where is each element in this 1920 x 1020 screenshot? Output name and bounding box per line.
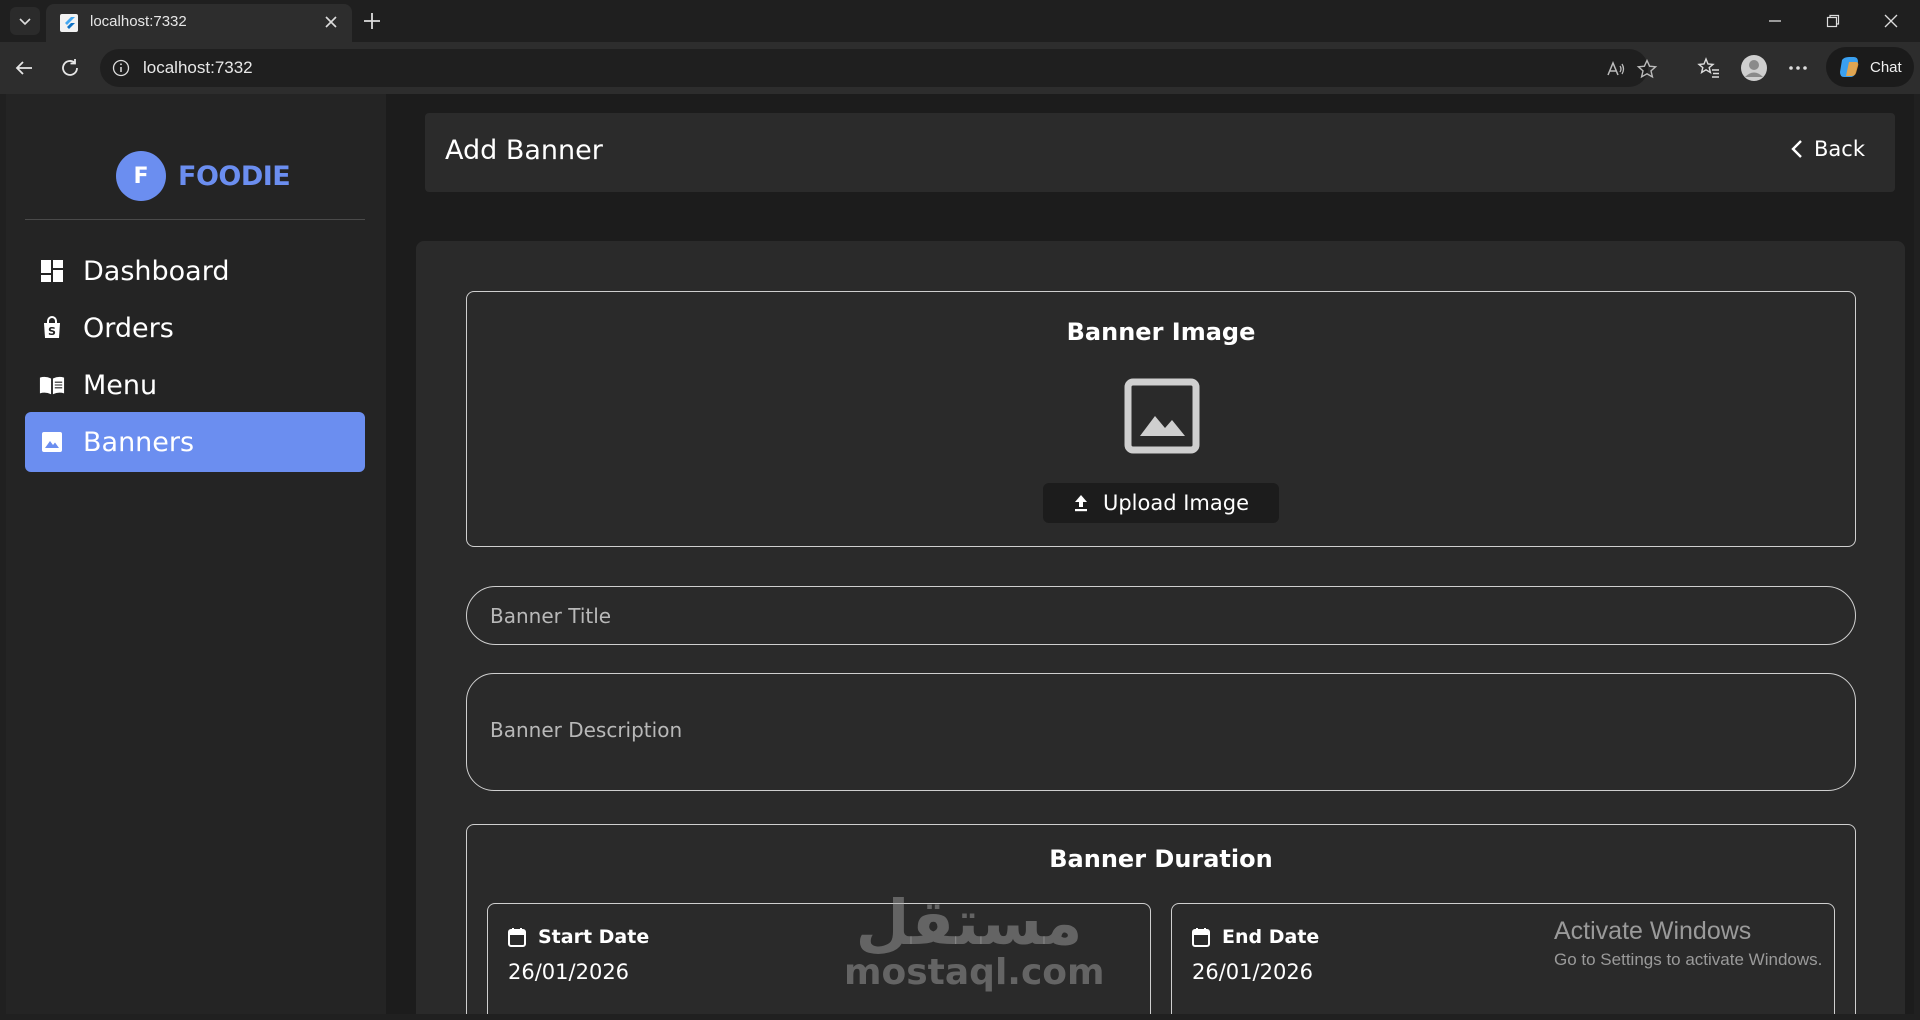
chevron-left-icon [1791, 140, 1802, 158]
shopping-bag-icon: S [39, 315, 65, 341]
menu-book-icon [39, 372, 65, 398]
main-content: Add Banner Back Banner Image Upload Imag… [386, 94, 1914, 1014]
restore-button[interactable] [1810, 8, 1856, 34]
sidebar-item-dashboard[interactable]: Dashboard [25, 241, 365, 301]
address-bar[interactable]: localhost:7332 [100, 49, 1658, 87]
profile-button[interactable] [1740, 54, 1768, 82]
upload-image-label: Upload Image [1102, 491, 1250, 515]
banner-duration-title: Banner Duration [1049, 845, 1273, 873]
sidebar-item-label: Orders [83, 312, 174, 344]
start-date-header: Start Date [508, 926, 649, 948]
mostaql-watermark: مستقل mostaql.com [844, 886, 1105, 993]
end-date-header: End Date [1192, 926, 1319, 948]
chat-label: Chat [1870, 58, 1902, 76]
minimize-button[interactable] [1752, 8, 1798, 34]
page-title: Add Banner [445, 135, 603, 166]
activate-subtitle: Go to Settings to activate Windows. [1554, 950, 1823, 969]
copilot-icon [1840, 57, 1859, 77]
end-date-label: End Date [1222, 926, 1320, 948]
svg-text:S: S [48, 325, 56, 338]
browser-toolbar: localhost:7332 Chat [0, 42, 1920, 94]
copilot-chat-button[interactable]: Chat [1826, 47, 1914, 87]
more-options-button[interactable] [1784, 54, 1812, 82]
back-button[interactable]: Back [1790, 137, 1865, 161]
arrow-left-icon [15, 61, 32, 75]
banner-image-section: Banner Image Upload Image [466, 291, 1856, 547]
close-tab-icon[interactable] [322, 13, 340, 31]
start-date-label: Start Date [538, 926, 650, 948]
minimize-icon [1769, 20, 1781, 22]
sidebar: F FOODIE Dashboard S Orders Menu Banners [6, 94, 386, 1014]
sidebar-item-orders[interactable]: S Orders [25, 298, 365, 358]
dashboard-icon [39, 258, 65, 284]
page-header: Add Banner Back [425, 113, 1895, 192]
info-icon[interactable] [112, 59, 130, 77]
new-tab-icon[interactable] [360, 9, 384, 33]
upload-icon [1074, 495, 1087, 512]
logo-badge: F [116, 151, 166, 201]
banner-title-input[interactable] [466, 586, 1856, 645]
avatar-icon [1741, 55, 1767, 81]
sidebar-divider [25, 219, 365, 220]
logo[interactable]: F FOODIE [116, 151, 291, 201]
start-date-value: 26/01/2026 [508, 960, 630, 984]
calendar-icon [1192, 928, 1210, 947]
restore-icon [1826, 14, 1840, 28]
image-placeholder-icon [1124, 378, 1200, 454]
banner-form: Banner Image Upload Image Banner Duratio… [416, 241, 1905, 1014]
sidebar-item-label: Menu [83, 369, 158, 401]
chevron-down-icon [19, 18, 31, 26]
calendar-icon [508, 928, 526, 947]
upload-image-button[interactable]: Upload Image [1043, 483, 1279, 523]
activate-title: Activate Windows [1554, 917, 1752, 945]
browser-tab-strip: localhost:7332 [0, 0, 1920, 42]
close-window-button[interactable] [1868, 8, 1914, 34]
logo-text: FOODIE [178, 160, 291, 192]
back-label: Back [1814, 137, 1865, 161]
tab-list-button[interactable] [10, 7, 40, 35]
activate-windows-notice: Activate Windows Go to Settings to activ… [1554, 917, 1822, 970]
flutter-favicon-icon [60, 14, 78, 32]
tab-title: localhost:7332 [90, 13, 187, 30]
favorites-list-icon [1697, 57, 1719, 78]
read-aloud-icon[interactable] [1605, 58, 1627, 80]
banner-image-title: Banner Image [1066, 318, 1256, 346]
sidebar-item-label: Dashboard [83, 255, 230, 287]
watermark-arabic: مستقل [855, 886, 1083, 959]
back-nav-button[interactable] [10, 54, 38, 82]
reload-button[interactable] [56, 54, 84, 82]
image-icon [39, 429, 65, 455]
close-icon [1884, 14, 1898, 28]
more-dots-icon [1789, 66, 1807, 70]
sidebar-item-menu[interactable]: Menu [25, 355, 365, 415]
sidebar-item-banners[interactable]: Banners [25, 412, 365, 472]
favorites-button[interactable] [1695, 54, 1723, 82]
end-date-value: 26/01/2026 [1192, 960, 1314, 984]
banner-description-input[interactable] [466, 673, 1856, 791]
app-window: F FOODIE Dashboard S Orders Menu Banners… [6, 94, 1914, 1014]
browser-tab[interactable]: localhost:7332 [46, 4, 352, 42]
reload-icon [62, 59, 78, 76]
favorite-star-icon[interactable] [1636, 58, 1658, 80]
sidebar-item-label: Banners [83, 426, 195, 458]
watermark-latin: mostaql.com [844, 952, 1105, 993]
address-url: localhost:7332 [143, 58, 253, 77]
